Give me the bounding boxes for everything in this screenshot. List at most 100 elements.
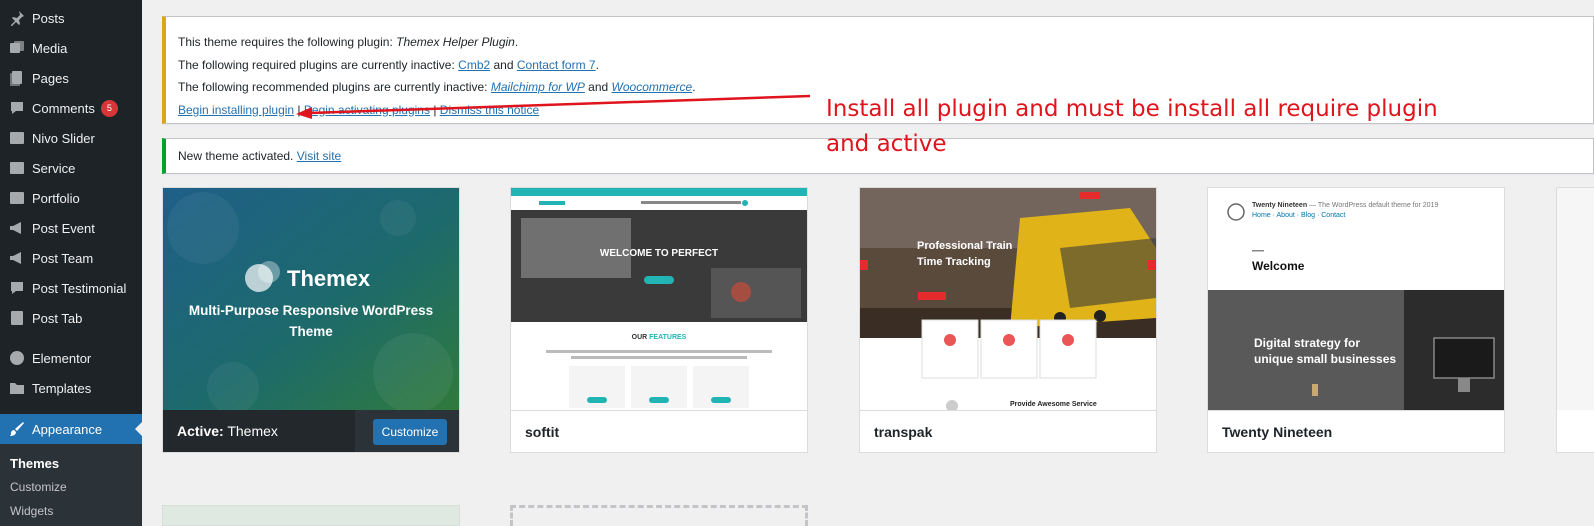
- sidebar-item-label: Posts: [32, 10, 65, 26]
- notice-text: .: [514, 35, 519, 49]
- sidebar-item-templates[interactable]: Templates: [0, 373, 142, 403]
- theme-card-softit[interactable]: WELCOME TO PERFECT OUR FEATURES softit: [510, 187, 808, 453]
- sidebar-item-elementor[interactable]: Elementor: [0, 343, 142, 373]
- site-name: Twenty Nineteen: [1252, 202, 1308, 209]
- theme-card-partial[interactable]: [1556, 187, 1594, 453]
- theme-card-transpak[interactable]: Professional Train Time Tracking Provide…: [859, 187, 1157, 453]
- theme-tagline: Multi-Purpose Responsive WordPress Theme: [188, 303, 434, 339]
- annotation-line-1: Install all plugin and must be install a…: [826, 96, 1438, 122]
- notice-text: This theme requires the following plugin…: [178, 35, 397, 49]
- appearance-submenu: Themes Customize Widgets: [0, 444, 142, 526]
- theme-logo-text: Themex: [287, 266, 371, 291]
- slider-icon: [8, 129, 26, 147]
- features-word-accent: FEATURES: [649, 334, 687, 341]
- theme-nav: Home · About · Blog · Contact: [1252, 212, 1346, 219]
- elementor-icon: [8, 349, 26, 367]
- notice-line-required-plugin: This theme requires the following plugin…: [178, 31, 1593, 54]
- notice-text: and: [584, 80, 612, 94]
- sidebar-item-comments[interactable]: Comments 5: [0, 93, 142, 123]
- comments-count-badge: 5: [100, 99, 118, 117]
- theme-screenshot: [1557, 188, 1594, 410]
- sidebar-item-label: Media: [32, 40, 68, 56]
- sidebar-item-label: Nivo Slider: [32, 130, 95, 146]
- annotation-text: Install all plugin and must be install a…: [826, 92, 1446, 162]
- sidebar-item-portfolio[interactable]: Portfolio: [0, 183, 142, 213]
- sidebar-item-posts[interactable]: Posts: [0, 3, 142, 33]
- add-new-theme-card[interactable]: [510, 505, 808, 526]
- theme-welcome: Welcome: [1252, 259, 1305, 273]
- sidebar-item-label: Comments: [32, 100, 95, 116]
- folder-icon: [8, 379, 26, 397]
- sidebar-item-post-event[interactable]: Post Event: [0, 213, 142, 243]
- begin-installing-plugin-link[interactable]: Begin installing plugin: [178, 103, 294, 117]
- comments-icon: [8, 99, 26, 117]
- sidebar-item-post-tab[interactable]: Post Tab: [0, 303, 142, 333]
- plugin-link-contact-form-7[interactable]: Contact form 7: [517, 58, 596, 72]
- begin-activating-plugins-link[interactable]: Begin activating plugins: [304, 103, 430, 117]
- plugin-name: Themex Helper Plugin: [396, 35, 515, 49]
- sidebar-item-media[interactable]: Media: [0, 33, 142, 63]
- brush-icon: [8, 420, 26, 438]
- customize-button[interactable]: Customize: [373, 419, 447, 445]
- sidebar-item-post-testimonial[interactable]: Post Testimonial: [0, 273, 142, 303]
- sidebar-item-label: Appearance: [32, 421, 103, 437]
- theme-features-title: OUR FEATURES: [511, 334, 807, 341]
- separator: |: [429, 102, 440, 117]
- sidebar-item-label: Post Team: [32, 250, 94, 266]
- theme-card-twenty-nineteen[interactable]: Twenty Nineteen — The WordPress default …: [1207, 187, 1505, 453]
- sidebar-item-appearance[interactable]: Appearance: [0, 414, 142, 444]
- theme-screenshot: Professional Train Time Tracking Provide…: [860, 188, 1156, 410]
- theme-card-row2[interactable]: [162, 505, 460, 526]
- sidebar-item-label: Portfolio: [32, 190, 80, 206]
- submenu-customize[interactable]: Customize: [10, 480, 67, 494]
- visit-site-link[interactable]: Visit site: [297, 149, 341, 163]
- submenu-themes[interactable]: Themes: [10, 456, 59, 471]
- theme-screenshot: Themex Multi-Purpose Responsive WordPres…: [163, 188, 459, 410]
- theme-screenshot: WELCOME TO PERFECT OUR FEATURES: [511, 188, 807, 410]
- hero-line: Time Tracking: [917, 256, 991, 268]
- theme-site-title: Twenty Nineteen — The WordPress default …: [1252, 202, 1438, 209]
- theme-name: Themex: [223, 423, 278, 439]
- sidebar-item-nivo-slider[interactable]: Nivo Slider: [0, 123, 142, 153]
- pin-icon: [8, 9, 26, 27]
- service-icon: [8, 159, 26, 177]
- sidebar-item-label: Post Tab: [32, 310, 83, 326]
- notice-text: The following recommended plugins are cu…: [178, 80, 491, 94]
- notice-text: The following required plugins are curre…: [178, 57, 459, 72]
- theme-name: softit: [511, 410, 807, 452]
- dismiss-notice-link[interactable]: Dismiss this notice: [440, 103, 539, 117]
- plugin-link-mailchimp[interactable]: Mailchimp for WP: [491, 80, 585, 94]
- sidebar-item-label: Post Testimonial: [32, 280, 127, 296]
- sidebar-item-label: Elementor: [32, 350, 92, 366]
- notice-text: .: [692, 80, 696, 94]
- plugin-link-cmb2[interactable]: Cmb2: [458, 58, 490, 72]
- features-word: OUR: [631, 334, 650, 341]
- submenu-widgets[interactable]: Widgets: [10, 504, 53, 518]
- theme-service-title: Provide Awesome Service: [1010, 401, 1097, 408]
- plugin-link-woocommerce[interactable]: Woocommerce: [612, 80, 693, 94]
- theme-name: transpak: [860, 410, 1156, 452]
- theme-hero-title: WELCOME TO PERFECT: [599, 248, 719, 259]
- theme-hero-title: Professional Train Time Tracking: [917, 238, 1012, 270]
- hero-line: Professional Train: [917, 240, 1013, 252]
- sidebar-item-label: Post Event: [32, 220, 95, 236]
- theme-hero-title: Digital strategy for unique small busine…: [1254, 335, 1396, 367]
- hero-line: unique small businesses: [1254, 352, 1397, 366]
- theme-card-themex[interactable]: Themex Multi-Purpose Responsive WordPres…: [162, 187, 460, 453]
- megaphone-icon: [8, 219, 26, 237]
- hero-line: Digital strategy for: [1254, 336, 1361, 350]
- sidebar-item-label: Service: [32, 160, 76, 176]
- admin-sidebar: Posts Media Pages Comments 5 Nivo Slider…: [0, 0, 142, 526]
- pages-icon: [8, 69, 26, 87]
- sidebar-item-label: Pages: [32, 70, 69, 86]
- notice-text: and: [490, 57, 517, 72]
- sidebar-item-pages[interactable]: Pages: [0, 63, 142, 93]
- notice-text: .: [595, 57, 599, 72]
- annotation-line-2: and active: [826, 131, 947, 157]
- sidebar-item-post-team[interactable]: Post Team: [0, 243, 142, 273]
- portfolio-icon: [8, 189, 26, 207]
- notice-text: New theme activated.: [178, 149, 297, 163]
- active-label: Active:: [177, 423, 224, 439]
- theme-name: Twenty Nineteen: [1208, 410, 1504, 452]
- sidebar-item-service[interactable]: Service: [0, 153, 142, 183]
